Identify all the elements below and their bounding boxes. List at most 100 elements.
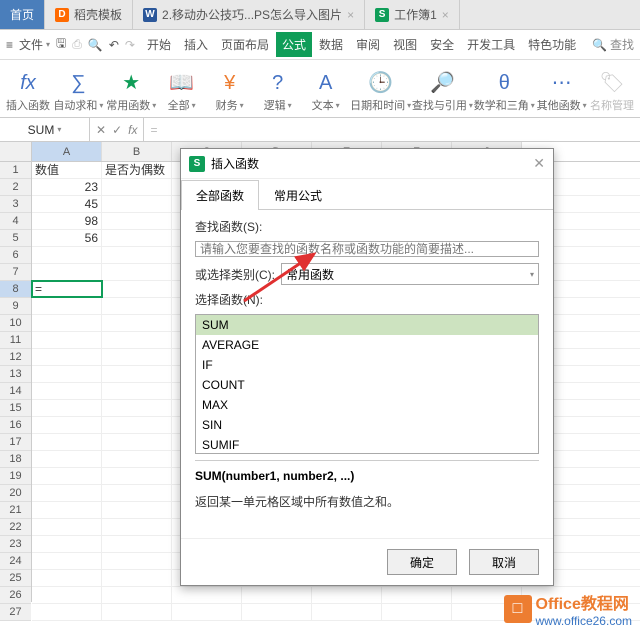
row-header[interactable]: 4 — [0, 213, 31, 230]
logic-fn-button[interactable]: ? 逻辑▾ — [254, 70, 302, 115]
all-fn-button[interactable]: 📖 全部▾ — [158, 68, 206, 115]
cell[interactable] — [32, 332, 102, 348]
row-header[interactable]: 26 — [0, 587, 31, 604]
undo-icon[interactable]: ↶ — [109, 38, 119, 52]
function-item[interactable]: SUM — [196, 315, 538, 335]
row-header[interactable]: 14 — [0, 383, 31, 400]
common-fn-button[interactable]: ★ 常用函数▾ — [105, 68, 158, 115]
row-header[interactable]: 5 — [0, 230, 31, 247]
cell[interactable]: 数值 — [32, 162, 102, 178]
row-header[interactable]: 3 — [0, 196, 31, 213]
tab-review[interactable]: 审阅 — [350, 32, 386, 57]
cell[interactable] — [32, 485, 102, 501]
name-manager-button[interactable]: 🏷 名称管理 — [588, 68, 636, 115]
cell[interactable] — [102, 247, 172, 263]
cell[interactable] — [102, 332, 172, 348]
tab-start[interactable]: 开始 — [141, 32, 177, 57]
row-header[interactable]: 25 — [0, 570, 31, 587]
row-header[interactable]: 22 — [0, 519, 31, 536]
cell[interactable] — [32, 451, 102, 467]
preview-icon[interactable]: 🔍 — [88, 38, 103, 52]
cell[interactable] — [242, 587, 312, 603]
search-input[interactable] — [195, 241, 539, 257]
cell[interactable] — [102, 468, 172, 484]
cell[interactable] — [32, 349, 102, 365]
cell[interactable] — [32, 468, 102, 484]
cell[interactable] — [32, 264, 102, 280]
col-header-B[interactable]: B — [102, 142, 172, 161]
dialog-titlebar[interactable]: S 插入函数 ✕ — [181, 149, 553, 179]
row-header[interactable]: 27 — [0, 604, 31, 621]
row-header[interactable]: 7 — [0, 264, 31, 281]
cell[interactable] — [172, 587, 242, 603]
cell[interactable] — [32, 383, 102, 399]
tab-sheet[interactable]: S 工作簿1 × — [365, 0, 460, 29]
dialog-tab-common[interactable]: 常用公式 — [259, 180, 337, 210]
row-header[interactable]: 19 — [0, 468, 31, 485]
cell[interactable] — [102, 179, 172, 195]
cell[interactable] — [32, 502, 102, 518]
cell[interactable] — [32, 587, 102, 603]
function-item[interactable]: SIN — [196, 415, 538, 435]
cell[interactable] — [32, 298, 102, 314]
file-menu[interactable]: 文件 ▾ — [19, 36, 50, 53]
cell[interactable] — [32, 315, 102, 331]
function-item[interactable]: AVERAGE — [196, 335, 538, 355]
cell[interactable] — [32, 434, 102, 450]
cell[interactable] — [32, 366, 102, 382]
row-header[interactable]: 2 — [0, 179, 31, 196]
search-button[interactable]: 🔍 查找 — [592, 36, 634, 53]
cell[interactable] — [102, 604, 172, 620]
cell[interactable] — [102, 502, 172, 518]
tab-formula[interactable]: 公式 — [276, 32, 312, 57]
cell[interactable] — [102, 536, 172, 552]
col-header-A[interactable]: A — [32, 142, 102, 161]
row-header[interactable]: 20 — [0, 485, 31, 502]
autosum-button[interactable]: ∑ 自动求和▾ — [52, 70, 105, 115]
cancel-button[interactable]: 取消 — [469, 549, 539, 575]
row-header[interactable]: 21 — [0, 502, 31, 519]
cell[interactable] — [312, 604, 382, 620]
cell[interactable] — [382, 587, 452, 603]
cell[interactable] — [102, 349, 172, 365]
row-header[interactable]: 13 — [0, 366, 31, 383]
close-icon[interactable]: ✕ — [533, 155, 545, 172]
tab-close-icon[interactable]: × — [442, 8, 449, 22]
cell[interactable]: 98 — [32, 213, 102, 229]
lookup-fn-button[interactable]: 🔎 查找与引用▾ — [412, 68, 474, 115]
cell[interactable] — [102, 196, 172, 212]
tab-devtools[interactable]: 开发工具 — [461, 32, 521, 57]
text-fn-button[interactable]: A 文本▾ — [302, 70, 350, 115]
cell[interactable] — [102, 213, 172, 229]
cell[interactable] — [102, 400, 172, 416]
cell[interactable] — [102, 366, 172, 382]
accept-formula-icon[interactable]: ✓ — [112, 123, 122, 137]
cell[interactable] — [102, 485, 172, 501]
cell[interactable] — [102, 434, 172, 450]
tab-layout[interactable]: 页面布局 — [215, 32, 275, 57]
tab-home[interactable]: 首页 — [0, 0, 45, 29]
cell[interactable] — [32, 536, 102, 552]
cell[interactable]: 是否为偶数 — [102, 162, 172, 178]
category-select[interactable]: 常用函数 ▾ — [281, 263, 539, 285]
tab-close-icon[interactable]: × — [347, 8, 354, 22]
formula-input[interactable]: = — [144, 118, 640, 141]
redo-icon[interactable]: ↷ — [125, 38, 135, 52]
cell[interactable] — [172, 604, 242, 620]
other-fn-button[interactable]: ⋯ 其他函数▾ — [535, 68, 588, 115]
row-header[interactable]: 23 — [0, 536, 31, 553]
dialog-tab-all[interactable]: 全部函数 — [181, 180, 259, 210]
math-fn-button[interactable]: θ 数学和三角▾ — [473, 70, 535, 115]
row-header[interactable]: 6 — [0, 247, 31, 264]
tab-features[interactable]: 特色功能 — [522, 32, 582, 57]
cell[interactable] — [102, 553, 172, 569]
cell[interactable] — [32, 519, 102, 535]
select-all-corner[interactable] — [0, 142, 31, 162]
row-header[interactable]: 8 — [0, 281, 31, 298]
function-item[interactable]: COUNT — [196, 375, 538, 395]
row-header[interactable]: 11 — [0, 332, 31, 349]
function-item[interactable]: MAX — [196, 395, 538, 415]
cell[interactable] — [32, 570, 102, 586]
cell[interactable] — [102, 570, 172, 586]
cell[interactable] — [102, 264, 172, 280]
